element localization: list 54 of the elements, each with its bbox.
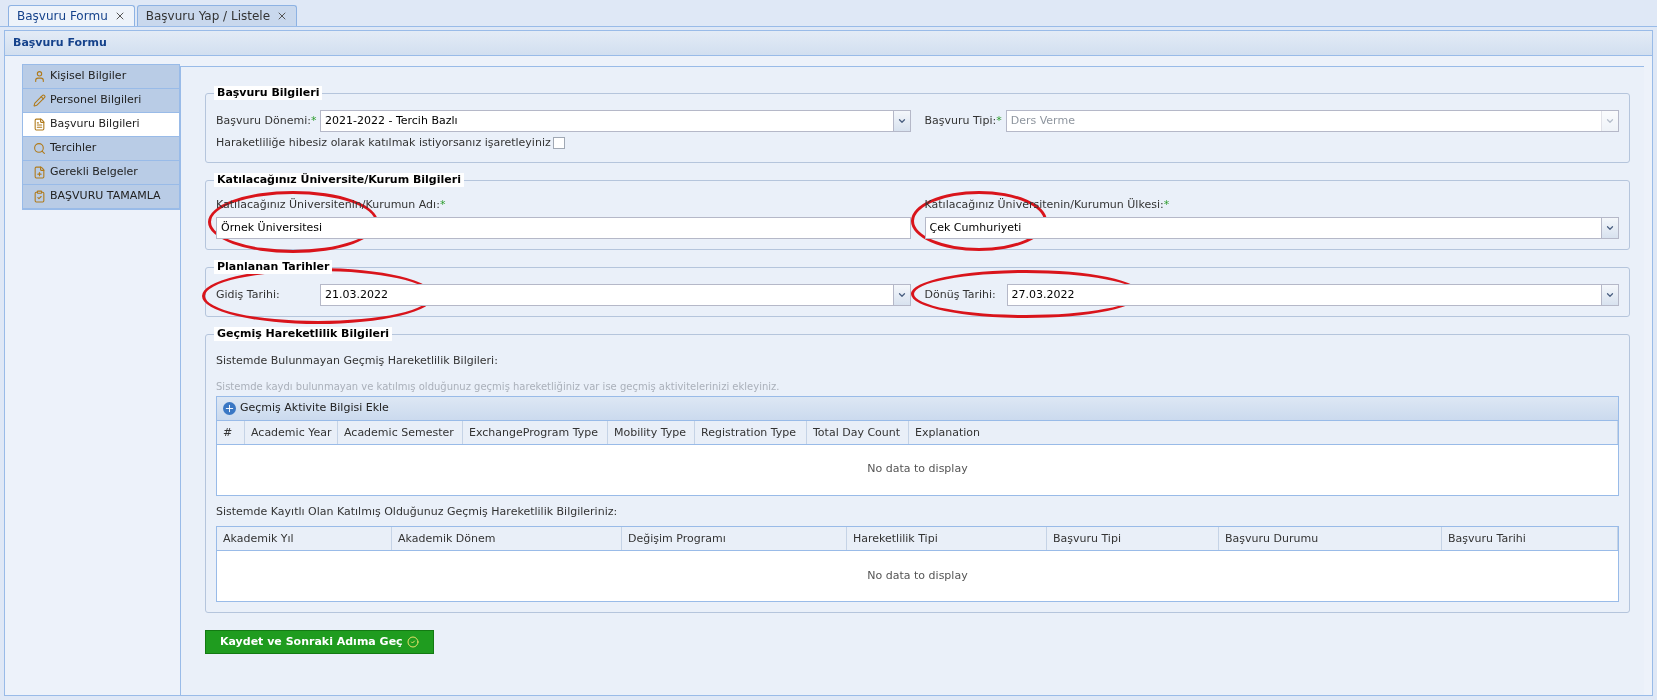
fieldset-title: Katılacağınız Üniversite/Kurum Bilgileri [214,172,464,187]
save-button[interactable]: Kaydet ve Sonraki Adıma Geç [205,630,434,654]
date-field[interactable]: 27.03.2022 [1006,284,1619,306]
sidebar-item[interactable]: Başvuru Bilgileri [23,113,179,137]
sidebar-icon [33,94,46,107]
date-field[interactable]: 21.03.2022 [320,284,911,306]
sidebar-icon [33,166,46,179]
field-label: Başvuru Tipi:* [924,112,1002,129]
field-label: Gidiş Tarihi: [216,286,281,303]
column-header[interactable]: # [217,420,245,444]
check-icon [406,636,419,648]
column-header[interactable]: Akademik Dönem [392,527,622,550]
sidebar-icon [33,142,46,155]
fieldset-title: Planlanan Tarihler [214,260,333,274]
country-dropdown[interactable]: Çek Cumhuriyeti [924,217,1619,239]
sidebar-icon [33,70,46,83]
tab[interactable]: Başvuru Yap / Listele [136,5,298,26]
fieldset-title: Başvuru Bilgileri [214,86,323,100]
column-header[interactable]: Başvuru Tarihi [1442,527,1618,550]
sidebar-item[interactable]: Tercihler [23,137,179,161]
fieldset-title: Geçmiş Hareketlilik Bilgileri [214,327,393,341]
column-header[interactable]: Hareketlilik Tipi [847,527,1047,550]
column-header[interactable]: ExchangeProgram Type [463,420,608,444]
tab[interactable]: Başvuru Formu [8,5,135,26]
checkbox-label: Haraketliliğe hibesiz olarak katılmak istiyorsanız işaretleyiniz [216,135,551,151]
column-header[interactable]: Academic Semester [338,420,463,444]
sidebar-item[interactable]: BAŞVURU TAMAMLA [23,185,179,209]
column-header[interactable]: Başvuru Tipi [1047,527,1219,550]
add-activity-button[interactable]: Geçmiş Aktivite Bilgisi Ekle [223,399,389,417]
column-header[interactable]: Değişim Programı [622,527,847,550]
column-header[interactable]: Başvuru Durumu [1219,527,1442,550]
column-header[interactable]: Academic Year [245,420,338,444]
column-header[interactable]: Akademik Yıl [217,527,392,550]
column-header[interactable]: Total Day Count [807,420,909,444]
sidebar-item[interactable]: Personel Bilgileri [23,89,179,113]
column-header[interactable]: Mobility Type [608,420,695,444]
sidebar-icon [33,190,46,203]
section-heading: Sistemde Kayıtlı Olan Katılmış Olduğunuz Geçmiş Hareketlilik Bilgileriniz: [216,503,619,520]
empty-message: No data to display [867,567,968,584]
plus-icon [223,401,236,415]
name-field[interactable]: Örnek Üniversitesi [216,217,911,239]
period-dropdown[interactable]: 2021-2022 - Tercih Bazlı [320,110,911,132]
column-header[interactable]: Explanation [909,420,1618,444]
sidebar-icon [33,118,46,131]
empty-message: No data to display [867,461,968,478]
section-heading: Sistemde Bulunmayan Geçmiş Hareketlilik Bilgileri: [216,353,499,369]
hint-text: Sistemde kaydı bulunmayan ve katılmış olduğunuz geçmiş hareketliğiniz var ise geçmiş aktivitelerinizi ekleyiniz. [216,379,781,394]
panel-title: Başvuru Formu [13,34,107,51]
field-label: Başvuru Dönemi:* [216,112,318,129]
column-header[interactable]: Registration Type [695,420,807,444]
sidebar-item[interactable]: Gerekli Belgeler [23,161,179,185]
checkbox[interactable] [552,137,565,150]
field-label: Dönüş Tarihi: [924,286,997,303]
sidebar-item[interactable]: Kişisel Bilgiler [23,65,179,89]
